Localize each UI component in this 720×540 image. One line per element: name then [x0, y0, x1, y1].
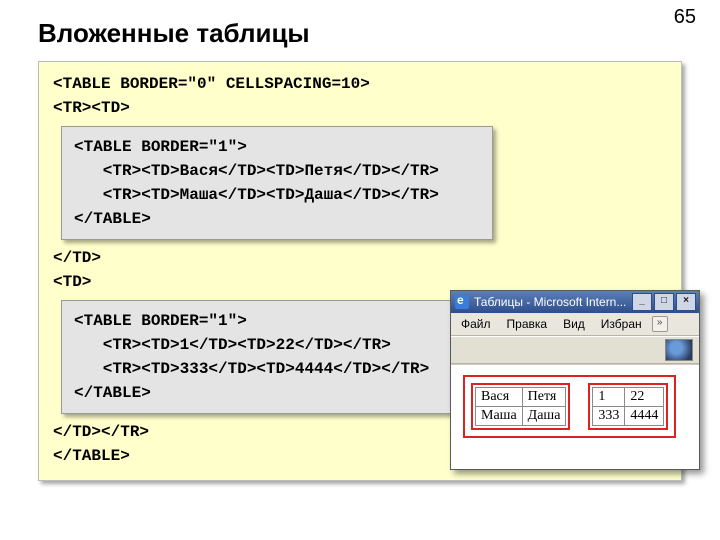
ie-icon [455, 295, 469, 309]
slide-title: Вложенные таблицы [0, 0, 720, 61]
menu-edit[interactable]: Правка [501, 316, 554, 332]
outer-cell: 1 22 333 4444 [588, 383, 668, 430]
window-titlebar[interactable]: Таблицы - Microsoft Intern... _ □ × [451, 291, 699, 313]
maximize-button[interactable]: □ [654, 293, 674, 311]
menu-bar: Файл Правка Вид Избран » [451, 313, 699, 336]
code-line: <TR><TD> [53, 96, 667, 120]
table-row: 1 22 [593, 388, 664, 407]
table-row: Вася Петя [476, 388, 566, 407]
menu-favorites[interactable]: Избран [595, 316, 648, 332]
table-cell: 4444 [625, 407, 664, 426]
code-line: </TABLE> [74, 381, 474, 405]
browser-window: Таблицы - Microsoft Intern... _ □ × Файл… [450, 290, 700, 470]
table-cell: Маша [476, 407, 523, 426]
code-line: <TR><TD>Маша</TD><TD>Даша</TD></TR> [74, 183, 474, 207]
table-cell: Петя [522, 388, 566, 407]
page-number: 65 [674, 6, 696, 29]
table-cell: Вася [476, 388, 523, 407]
rendered-inner-table-1: Вася Петя Маша Даша [475, 387, 566, 426]
rendered-inner-table-2: 1 22 333 4444 [592, 387, 664, 426]
table-cell: Даша [522, 407, 566, 426]
menu-overflow-button[interactable]: » [652, 316, 668, 332]
table-row: 333 4444 [593, 407, 664, 426]
window-title: Таблицы - Microsoft Intern... [474, 295, 630, 309]
table-cell: 22 [625, 388, 664, 407]
throbber-icon [665, 339, 693, 361]
minimize-button[interactable]: _ [632, 293, 652, 311]
toolbar [451, 336, 699, 364]
table-cell: 333 [593, 407, 625, 426]
code-block-inner-2: <TABLE BORDER="1"> <TR><TD>1</TD><TD>22<… [61, 300, 493, 414]
code-line: </TABLE> [74, 207, 474, 231]
menu-file[interactable]: Файл [455, 316, 497, 332]
code-line: </TD> [53, 246, 667, 270]
rendered-outer-table: Вася Петя Маша Даша 1 22 333 [463, 375, 676, 438]
code-line: <TR><TD>1</TD><TD>22</TD></TR> [74, 333, 474, 357]
menu-view[interactable]: Вид [557, 316, 591, 332]
table-row: Маша Даша [476, 407, 566, 426]
code-line: <TABLE BORDER="0" CELLSPACING=10> [53, 72, 667, 96]
outer-cell: Вася Петя Маша Даша [471, 383, 570, 430]
code-line: <TABLE BORDER="1"> [74, 309, 474, 333]
code-line: <TR><TD>333</TD><TD>4444</TD></TR> [74, 357, 474, 381]
code-line: <TABLE BORDER="1"> [74, 135, 474, 159]
browser-viewport: Вася Петя Маша Даша 1 22 333 [451, 364, 699, 469]
code-line: <TR><TD>Вася</TD><TD>Петя</TD></TR> [74, 159, 474, 183]
table-cell: 1 [593, 388, 625, 407]
code-block-inner-1: <TABLE BORDER="1"> <TR><TD>Вася</TD><TD>… [61, 126, 493, 240]
close-button[interactable]: × [676, 293, 696, 311]
